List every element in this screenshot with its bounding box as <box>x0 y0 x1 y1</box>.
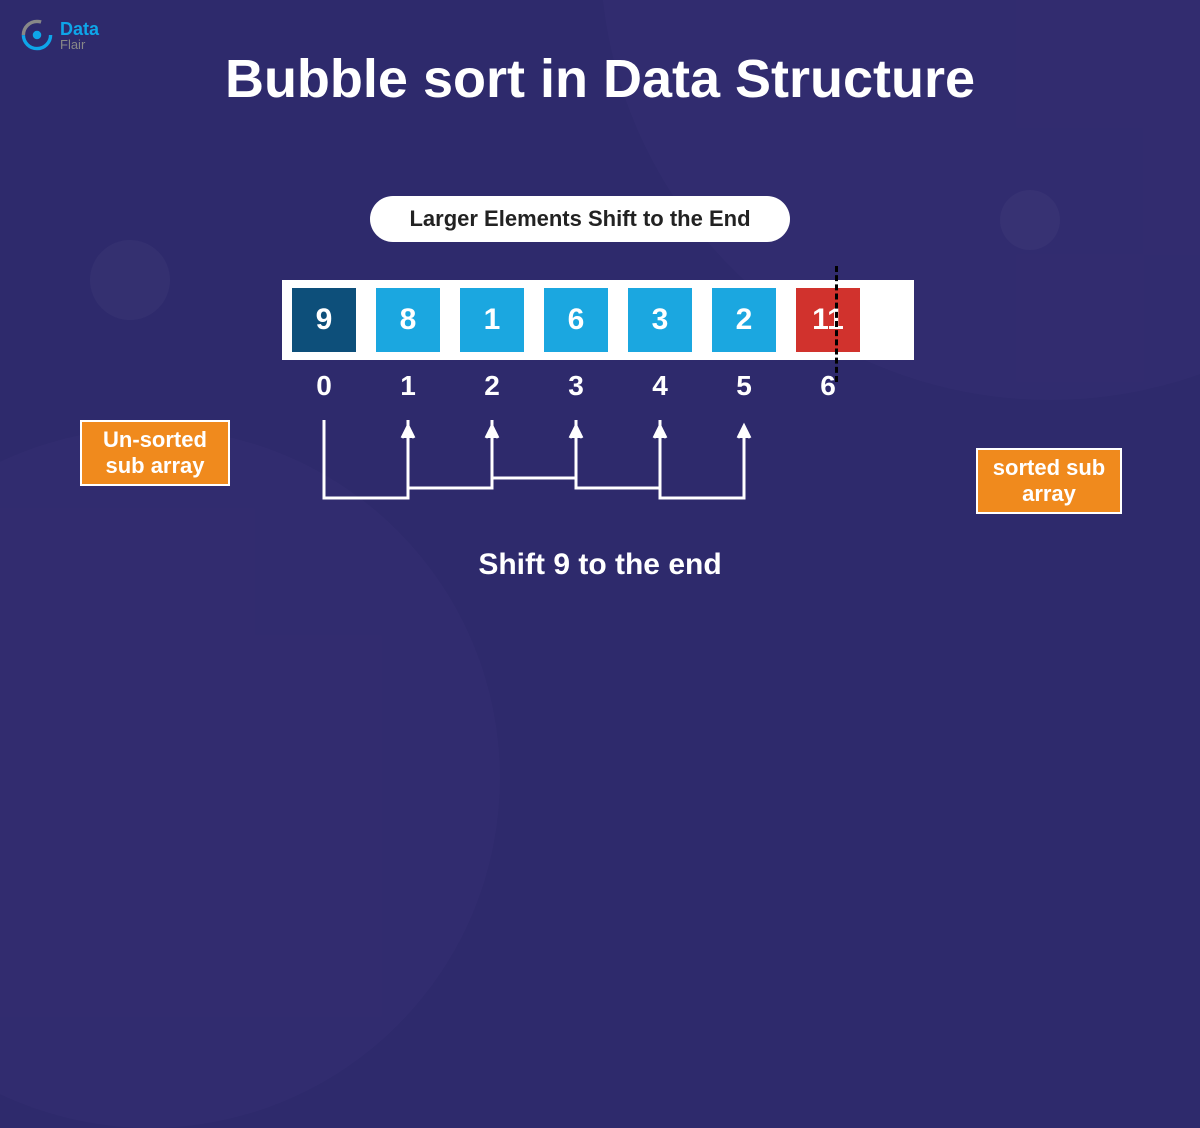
sorted-label: sorted sub array <box>976 448 1122 514</box>
description-pill: Larger Elements Shift to the End <box>370 196 790 242</box>
index-3: 3 <box>544 370 608 402</box>
array-cell-1: 8 <box>376 288 440 352</box>
array-cell-4: 3 <box>628 288 692 352</box>
unsorted-label: Un-sorted sub array <box>80 420 230 486</box>
array-container: 9 8 1 6 3 2 11 <box>282 280 914 360</box>
index-5: 5 <box>712 370 776 402</box>
array-cell-2: 1 <box>460 288 524 352</box>
array-cell-5: 2 <box>712 288 776 352</box>
logo-icon <box>20 18 54 52</box>
bg-shape <box>1000 190 1060 250</box>
array-cell-3: 6 <box>544 288 608 352</box>
shift-arrows-icon <box>282 410 822 520</box>
index-1: 1 <box>376 370 440 402</box>
index-0: 0 <box>292 370 356 402</box>
index-2: 2 <box>460 370 524 402</box>
array-cell-6: 11 <box>796 288 860 352</box>
bg-shape <box>90 240 170 320</box>
bottom-caption: Shift 9 to the end <box>0 548 1200 582</box>
index-row: 0 1 2 3 4 5 6 <box>282 370 914 402</box>
index-6: 6 <box>796 370 860 402</box>
index-4: 4 <box>628 370 692 402</box>
partition-divider <box>835 266 838 382</box>
logo: Data Flair <box>20 18 99 52</box>
page-title: Bubble sort in Data Structure <box>0 48 1200 110</box>
array-cell-0: 9 <box>292 288 356 352</box>
bg-shape <box>0 428 500 1128</box>
logo-text-top: Data <box>60 20 99 38</box>
